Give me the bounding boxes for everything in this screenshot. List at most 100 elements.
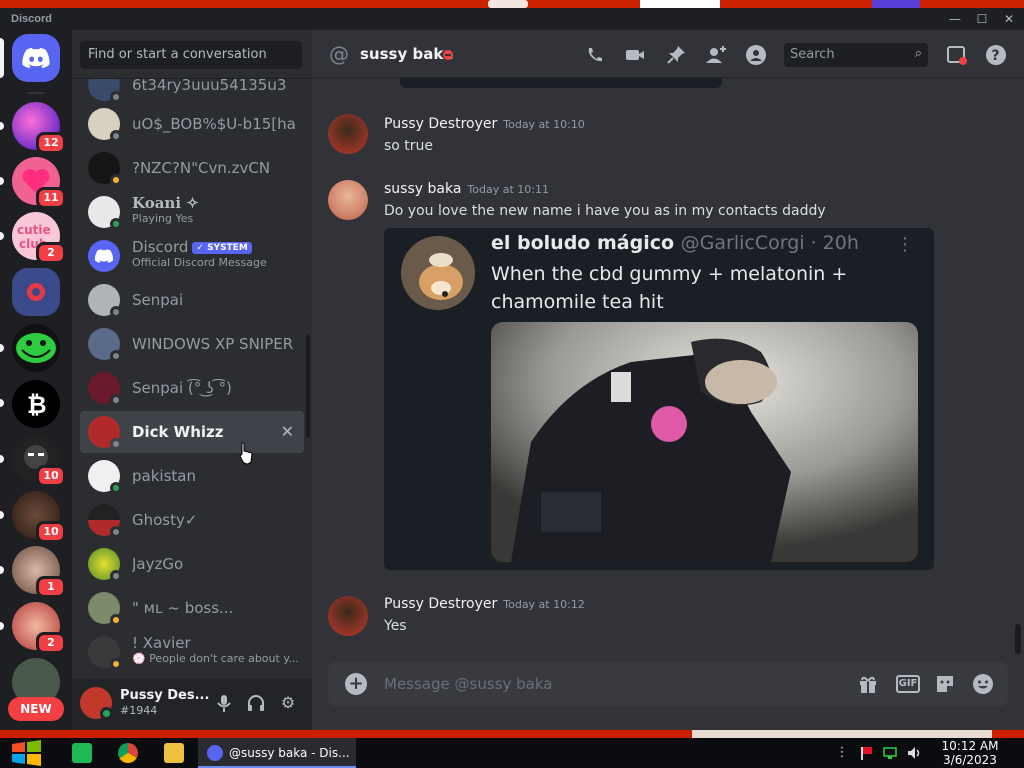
new-unreads-pill[interactable]: NEW xyxy=(8,697,64,721)
chat-area: @ sussy baka Search ⌕ ? Pussy Destroyer … xyxy=(312,30,1024,730)
dm-item[interactable]: uO$_BOB%$U-b15[ha xyxy=(80,103,304,145)
bitcoin-icon: ₿ xyxy=(27,391,47,419)
spotify-icon[interactable] xyxy=(72,743,92,763)
volume-icon[interactable] xyxy=(906,745,922,761)
add-attachment-icon[interactable]: + xyxy=(345,673,367,695)
status-indicator xyxy=(110,174,122,186)
headphones-icon[interactable] xyxy=(245,692,267,714)
chrome-icon[interactable] xyxy=(118,743,138,763)
dm-item[interactable]: WINDOWS XP SNIPER xyxy=(80,323,304,365)
dm-scrollbar[interactable] xyxy=(306,335,310,438)
channel-name: sussy baka xyxy=(360,45,454,63)
settings-gear-icon[interactable]: ⚙ xyxy=(277,692,299,714)
dm-item[interactable]: Koani ✧ Playing Yes xyxy=(80,191,304,233)
dm-name: " ᴍʟ ~ boss... xyxy=(132,599,234,617)
discord-logo-icon xyxy=(207,745,223,761)
message-input[interactable]: Message @sussy baka xyxy=(384,675,552,693)
user-profile-icon[interactable] xyxy=(744,43,768,67)
close-dm-icon[interactable]: ✕ xyxy=(281,422,294,441)
inbox-icon[interactable] xyxy=(944,43,968,67)
message-author[interactable]: sussy baka Today at 10:11 xyxy=(384,181,549,197)
server-icon[interactable] xyxy=(12,268,60,316)
message-text: Yes xyxy=(384,618,407,634)
avatar[interactable] xyxy=(328,596,368,636)
help-icon[interactable]: ? xyxy=(984,43,1008,67)
message-author[interactable]: Pussy Destroyer Today at 10:12 xyxy=(384,596,585,612)
file-explorer-icon[interactable] xyxy=(164,743,184,763)
dm-item[interactable]: JayzGo xyxy=(80,543,304,585)
windows-logo-icon xyxy=(12,740,41,766)
minimize-button[interactable]: — xyxy=(946,11,964,27)
dm-list: 6t34ry3uuu54135u3 uO$_BOB%$U-b15[ha ?NZC… xyxy=(72,79,312,679)
search-input[interactable]: Search ⌕ xyxy=(784,43,928,67)
gift-icon[interactable] xyxy=(856,673,880,695)
status-indicator xyxy=(110,350,122,362)
server-icon[interactable]: ₿ xyxy=(12,380,60,428)
message-author[interactable]: Pussy Destroyer Today at 10:10 xyxy=(384,116,585,132)
message-list: Pussy Destroyer Today at 10:10 so true su… xyxy=(312,78,1024,658)
dm-item[interactable]: Ghosty✓ xyxy=(80,499,304,541)
home-button[interactable] xyxy=(12,34,60,82)
avatar[interactable] xyxy=(328,114,368,154)
selected-indicator xyxy=(0,38,4,78)
microphone-icon[interactable] xyxy=(213,692,235,714)
gif-picker-icon[interactable]: GIF xyxy=(896,675,920,693)
dm-item[interactable]: pakistan xyxy=(80,455,304,497)
user-panel: Pussy Des... #1944 ⚙ xyxy=(72,679,312,730)
taskbar-discord-window[interactable]: @sussy baka - Dis... xyxy=(198,738,356,768)
dnd-status-icon xyxy=(443,50,453,60)
unread-badge: 10 xyxy=(36,465,66,487)
dm-item[interactable]: Dick Whizz ✕ xyxy=(80,411,304,453)
dm-item[interactable]: 6t34ry3uuu54135u3 xyxy=(80,79,304,106)
start-button[interactable] xyxy=(10,738,43,768)
dm-item[interactable]: ! Xavier 💮 People don't care about y... xyxy=(80,631,304,673)
flag-icon[interactable] xyxy=(858,745,874,761)
trollface-icon xyxy=(16,333,56,363)
embed-image[interactable] xyxy=(491,322,918,562)
embed-author: el boludo mágico @GarlicCorgi · 20h xyxy=(491,232,859,254)
dm-name: JayzGo xyxy=(132,555,184,573)
title-bar: Discord — ☐ ✕ xyxy=(0,8,1024,30)
pinned-messages-icon[interactable] xyxy=(664,43,688,67)
message-timestamp: Today at 10:11 xyxy=(467,183,549,196)
message-text: Do you love the new name i have you as i… xyxy=(384,203,826,219)
unread-badge: 12 xyxy=(36,132,66,154)
taskbar: @sussy baka - Dis... ⋮ 10:12 AM 3/6/2023 xyxy=(0,738,1024,768)
background-window-strip-bottom xyxy=(0,730,1024,738)
discord-logo-icon xyxy=(94,249,114,263)
voice-call-icon[interactable] xyxy=(583,43,607,67)
status-indicator xyxy=(110,614,122,626)
embed-avatar xyxy=(401,236,475,310)
video-call-icon[interactable] xyxy=(623,43,647,67)
more-options-icon[interactable]: ⋮ xyxy=(896,234,914,255)
search-icon: ⌕ xyxy=(914,46,922,61)
close-window-button[interactable]: ✕ xyxy=(1000,11,1018,27)
embed-text: When the cbd gummy + melatonin + chamomi… xyxy=(491,263,848,313)
dm-item[interactable]: Discord ✓ SYSTEM Official Discord Message xyxy=(80,235,304,277)
unread-badge: 1 xyxy=(36,576,66,598)
message-composer: + Message @sussy baka GIF xyxy=(328,662,1008,706)
dm-item[interactable]: Senpai (͡° ͜ʖ ͡°) xyxy=(80,367,304,409)
server-icon[interactable] xyxy=(12,324,60,372)
dm-item[interactable]: ?NZC?N"Cvn.zvCN xyxy=(80,147,304,189)
dm-activity: Playing Yes xyxy=(132,212,194,225)
sticker-icon[interactable] xyxy=(933,673,957,695)
dm-item[interactable]: " ᴍʟ ~ boss... xyxy=(80,587,304,629)
find-conversation-button[interactable]: Find or start a conversation xyxy=(80,41,302,69)
more-tray-icon[interactable]: ⋮ xyxy=(834,745,850,761)
dm-name: Dick Whizz xyxy=(132,423,224,441)
avatar[interactable] xyxy=(328,180,368,220)
tweet-embed[interactable]: el boludo mágico @GarlicCorgi · 20h ⋮ Wh… xyxy=(384,228,934,570)
chat-scrollbar[interactable] xyxy=(1015,624,1021,654)
system-clock[interactable]: 10:12 AM 3/6/2023 xyxy=(940,739,1000,767)
add-friends-icon[interactable] xyxy=(704,43,728,67)
dm-item[interactable]: Senpai xyxy=(80,279,304,321)
maximize-button[interactable]: ☐ xyxy=(973,11,991,27)
dm-activity: 💮 People don't care about y... xyxy=(132,652,299,665)
taskbar-window-label: @sussy baka - Dis... xyxy=(229,746,350,760)
svg-text:cutie: cutie xyxy=(17,223,51,237)
network-icon[interactable] xyxy=(882,745,898,761)
emoji-icon[interactable] xyxy=(971,673,995,695)
status-indicator xyxy=(110,482,122,494)
status-indicator xyxy=(110,91,122,103)
